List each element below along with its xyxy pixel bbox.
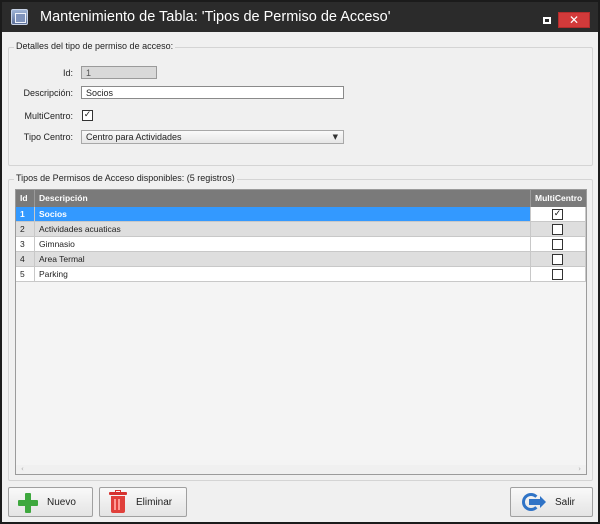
checkmark-icon: ✓ bbox=[83, 110, 92, 120]
title-bar[interactable]: Mantenimiento de Tabla: 'Tipos de Permis… bbox=[2, 2, 598, 32]
column-header-multicentro[interactable]: MultiCentro bbox=[531, 190, 586, 207]
row-multicentro-checkbox[interactable] bbox=[552, 269, 563, 280]
id-field: 1 bbox=[81, 66, 157, 79]
main-window: Mantenimiento de Tabla: 'Tipos de Permis… bbox=[0, 0, 600, 524]
restore-button[interactable] bbox=[537, 12, 557, 28]
grid-header: Id Descripción MultiCentro bbox=[16, 190, 586, 207]
row-descripcion: Gimnasio bbox=[35, 237, 531, 252]
scroll-left-icon[interactable]: ‹ bbox=[21, 465, 24, 474]
multicentro-checkbox[interactable]: ✓ bbox=[82, 110, 93, 121]
window-title: Mantenimiento de Tabla: 'Tipos de Permis… bbox=[40, 9, 391, 25]
row-descripcion: Socios bbox=[35, 207, 531, 222]
column-header-id[interactable]: Id bbox=[16, 190, 35, 207]
horizontal-scrollbar[interactable]: ‹ › bbox=[16, 465, 586, 474]
row-descripcion: Actividades acuaticas bbox=[35, 222, 531, 237]
salir-button-label: Salir bbox=[555, 497, 576, 508]
restore-icon bbox=[543, 16, 551, 24]
row-id: 1 bbox=[16, 207, 35, 222]
tipo-centro-select[interactable]: Centro para Actividades ▼ bbox=[81, 130, 344, 144]
row-multicentro-checkbox[interactable] bbox=[552, 254, 563, 265]
close-button[interactable]: ✕ bbox=[558, 12, 590, 28]
descripcion-label: Descripción: bbox=[23, 88, 73, 98]
multicentro-label: MultiCentro: bbox=[24, 111, 73, 121]
nuevo-button[interactable]: Nuevo bbox=[8, 487, 93, 517]
tipo-centro-label: Tipo Centro: bbox=[23, 132, 73, 142]
row-id: 5 bbox=[16, 267, 35, 282]
row-id: 3 bbox=[16, 237, 35, 252]
permisos-grid[interactable]: Id Descripción MultiCentro 1 Socios ✓ 2 … bbox=[15, 189, 587, 475]
trash-icon bbox=[109, 490, 127, 514]
row-multicentro-checkbox[interactable]: ✓ bbox=[552, 209, 563, 220]
close-icon: ✕ bbox=[568, 13, 580, 27]
eliminar-button-label: Eliminar bbox=[136, 497, 173, 508]
row-multicentro-checkbox[interactable] bbox=[552, 239, 563, 250]
table-row[interactable]: 4 Area Termal bbox=[16, 252, 586, 267]
details-group-title: Detalles del tipo de permiso de acceso: bbox=[14, 41, 176, 51]
column-header-descripcion[interactable]: Descripción bbox=[35, 190, 531, 207]
plus-icon bbox=[18, 493, 38, 513]
table-row[interactable]: 1 Socios ✓ bbox=[16, 207, 586, 222]
row-id: 4 bbox=[16, 252, 35, 267]
table-row[interactable]: 3 Gimnasio bbox=[16, 237, 586, 252]
salir-button[interactable]: Salir bbox=[510, 487, 593, 517]
row-multicentro-checkbox[interactable] bbox=[552, 224, 563, 235]
list-group-title: Tipos de Permisos de Acceso disponibles:… bbox=[14, 173, 237, 183]
exit-icon bbox=[522, 493, 546, 513]
row-descripcion: Area Termal bbox=[35, 252, 531, 267]
chevron-down-icon: ▼ bbox=[332, 133, 338, 141]
row-descripcion: Parking bbox=[35, 267, 531, 282]
scroll-right-icon[interactable]: › bbox=[578, 465, 581, 474]
table-maintenance-icon bbox=[11, 9, 28, 25]
tipo-centro-value: Centro para Actividades bbox=[86, 132, 182, 142]
checkmark-icon: ✓ bbox=[553, 209, 562, 219]
eliminar-button[interactable]: Eliminar bbox=[99, 487, 187, 517]
table-row[interactable]: 5 Parking bbox=[16, 267, 586, 282]
details-group: Detalles del tipo de permiso de acceso: … bbox=[8, 41, 593, 166]
table-row[interactable]: 2 Actividades acuaticas bbox=[16, 222, 586, 237]
row-id: 2 bbox=[16, 222, 35, 237]
id-label: Id: bbox=[62, 68, 73, 78]
nuevo-button-label: Nuevo bbox=[47, 497, 76, 508]
descripcion-field[interactable]: Socios bbox=[81, 86, 344, 99]
